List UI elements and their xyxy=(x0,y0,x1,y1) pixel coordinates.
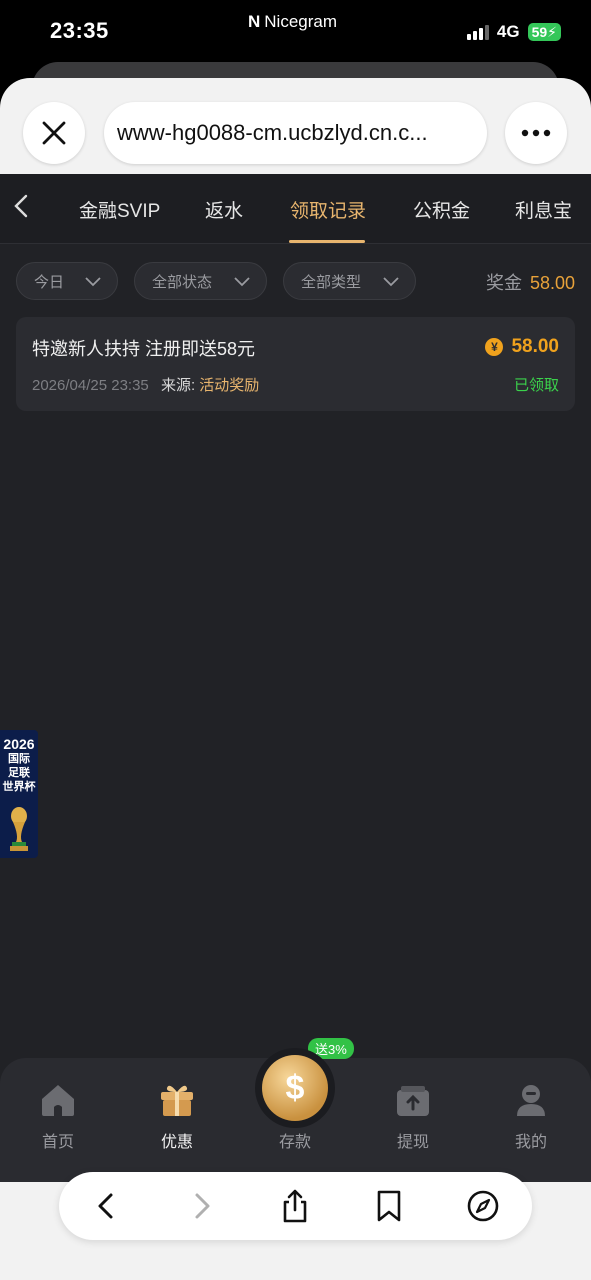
record-meta: 2026/04/25 23:35 来源: 活动奖励 xyxy=(32,374,259,395)
browser-forward-icon[interactable] xyxy=(183,1188,219,1224)
active-tab-indicator xyxy=(289,240,365,243)
signal-icon xyxy=(466,24,489,40)
bonus-value: 58.00 xyxy=(529,273,575,293)
browser-toolbar-area xyxy=(0,1172,591,1280)
status-filter[interactable]: 全部状态 xyxy=(134,262,267,300)
close-button[interactable] xyxy=(23,102,85,164)
chevron-left-icon xyxy=(14,194,28,218)
nav-home-label: 首页 xyxy=(41,1134,74,1151)
nav-withdraw[interactable]: 提现 xyxy=(378,1080,448,1152)
record-source-label: 来源: xyxy=(160,377,196,394)
record-source: 活动奖励 xyxy=(199,377,260,394)
nav-deposit-label[interactable]: 存款 xyxy=(255,1128,335,1152)
deposit-symbol: $ xyxy=(285,1068,305,1107)
record-amount: ¥ 58.00 xyxy=(485,336,559,358)
bookmark-icon[interactable] xyxy=(371,1188,407,1224)
record-title: 特邀新人扶持 注册即送58元 xyxy=(32,339,256,359)
page-content: 金融SVIP 返水 领取记录 公积金 利息宝 今日 全部状态 全部类型 奖金 58… xyxy=(0,174,591,1182)
withdraw-icon xyxy=(397,1086,429,1116)
url-bar[interactable]: www-hg0088-cm.ucbzlyd.cn.c... xyxy=(104,102,487,164)
nav-withdraw-label: 提现 xyxy=(396,1134,429,1151)
browser-header: www-hg0088-cm.ucbzlyd.cn.c... xyxy=(0,62,591,174)
chevron-down-icon xyxy=(383,277,399,287)
browser-toolbar xyxy=(59,1172,532,1240)
promo-line-3: 世界杯 xyxy=(2,781,36,793)
network-type: 4G xyxy=(496,22,520,41)
profile-icon xyxy=(517,1085,545,1116)
back-button[interactable] xyxy=(14,194,28,225)
chevron-down-icon xyxy=(234,277,250,287)
nicegram-logo-icon: N xyxy=(248,12,261,31)
date-filter[interactable]: 今日 xyxy=(16,262,118,300)
status-bar: 23:35 N Nicegram 4G 59⚡ xyxy=(0,0,591,62)
home-icon xyxy=(42,1085,74,1116)
browser-back-icon[interactable] xyxy=(89,1188,125,1224)
battery-level: 59 xyxy=(531,24,548,40)
promo-line-2: 足联 xyxy=(8,767,30,779)
status-app-indicator: N Nicegram xyxy=(248,12,337,32)
nav-profile[interactable]: 我的 xyxy=(496,1080,566,1152)
more-icon xyxy=(521,129,551,137)
record-amount-value: 58.00 xyxy=(511,336,559,357)
nav-offers-label: 优惠 xyxy=(160,1134,193,1151)
deposit-coin-icon: $ xyxy=(262,1055,328,1121)
record-card[interactable]: 特邀新人扶持 注册即送58元 ¥ 58.00 2026/04/25 23:35 … xyxy=(16,317,575,411)
browser-sheet: www-hg0088-cm.ucbzlyd.cn.c... xyxy=(0,78,591,174)
nav-home[interactable]: 首页 xyxy=(23,1080,93,1152)
type-filter-label: 全部类型 xyxy=(301,273,362,291)
tab-interest[interactable]: 利息宝 xyxy=(515,196,572,223)
gift-icon xyxy=(161,1085,193,1116)
tab-rebate[interactable]: 返水 xyxy=(205,196,243,223)
tab-provident-fund[interactable]: 公积金 xyxy=(413,196,470,223)
bonus-total: 奖金 58.00 xyxy=(486,269,575,295)
tab-claim-records[interactable]: 领取记录 xyxy=(290,196,366,223)
bottom-nav: 首页 优惠 送3% $ 存款 提现 我的 xyxy=(0,1038,591,1182)
nav-profile-label: 我的 xyxy=(514,1134,547,1151)
tab-svip[interactable]: 金融SVIP xyxy=(79,196,160,223)
trophy-icon xyxy=(10,807,28,851)
status-filter-label: 全部状态 xyxy=(152,273,213,291)
status-right: 4G 59⚡ xyxy=(466,22,561,42)
world-cup-promo-banner[interactable]: 2026 国际 足联 世界杯 xyxy=(0,730,38,858)
type-filter[interactable]: 全部类型 xyxy=(283,262,416,300)
promo-year: 2026 xyxy=(3,736,35,752)
bonus-label: 奖金 xyxy=(485,273,522,293)
yuan-coin-icon: ¥ xyxy=(485,338,504,356)
nav-deposit-button[interactable]: $ xyxy=(255,1048,335,1128)
more-button[interactable] xyxy=(505,102,567,164)
status-time: 23:35 xyxy=(50,18,109,43)
tab-bar: 金融SVIP 返水 领取记录 公积金 利息宝 xyxy=(0,174,591,244)
promo-line-1: 国际 xyxy=(8,753,30,765)
share-icon[interactable] xyxy=(277,1188,313,1224)
record-status: 已领取 xyxy=(513,377,559,394)
close-icon xyxy=(42,121,66,145)
nav-offers[interactable]: 优惠 xyxy=(142,1080,212,1152)
compass-icon[interactable] xyxy=(465,1188,501,1224)
date-filter-label: 今日 xyxy=(34,273,65,291)
battery-icon: 59⚡ xyxy=(527,23,561,41)
filter-row: 今日 全部状态 全部类型 奖金 58.00 xyxy=(0,262,591,300)
chevron-down-icon xyxy=(85,277,101,287)
record-date: 2026/04/25 23:35 xyxy=(32,377,149,394)
status-app-name: Nicegram xyxy=(264,12,338,31)
